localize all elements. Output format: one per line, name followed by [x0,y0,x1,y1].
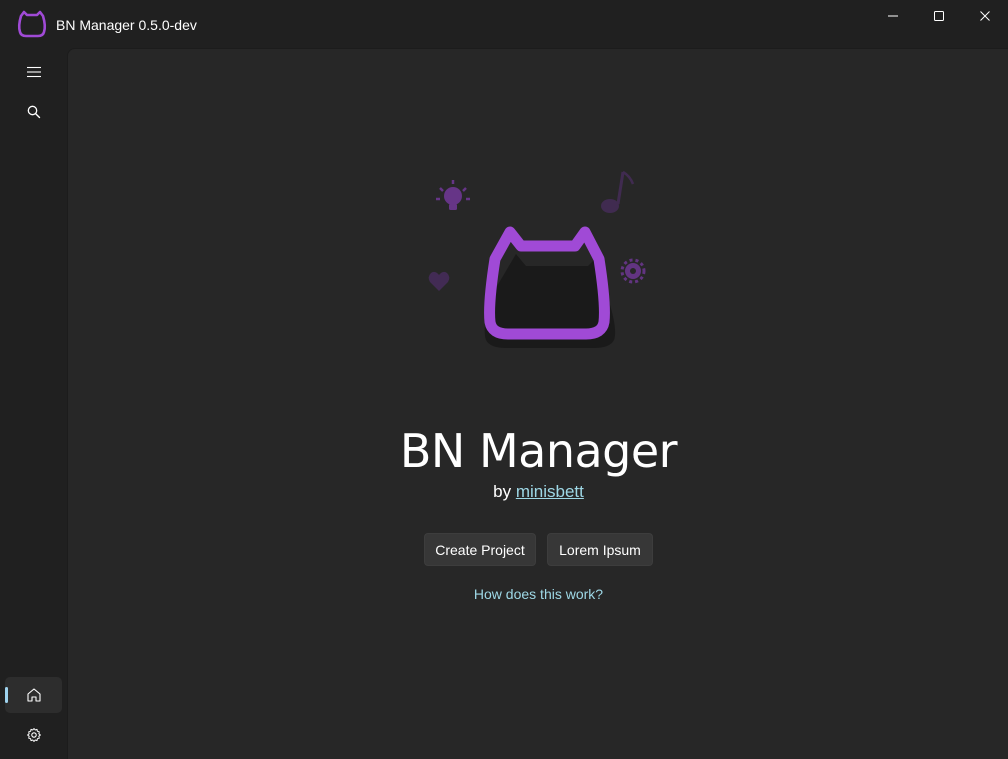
main-content: BN Manager by minisbett Create Project L… [67,48,1008,759]
sidebar-item-settings[interactable] [5,717,62,753]
heart-icon [428,271,450,291]
gear-icon [26,728,41,742]
hamburger-menu-icon [26,66,41,78]
navigation-sidebar [0,48,67,759]
sidebar-menu-button[interactable] [5,54,62,90]
window-title: BN Manager 0.5.0-dev [56,17,197,33]
lorem-ipsum-button[interactable]: Lorem Ipsum [547,533,653,566]
home-icon [26,688,41,702]
close-button[interactable] [962,0,1008,32]
maximize-icon [934,11,944,21]
close-icon [980,11,990,21]
author-link[interactable]: minisbett [516,482,584,501]
author-byline: by minisbett [68,481,1008,503]
music-note-icon [601,170,635,213]
byline-prefix: by [493,482,512,501]
gear-decoration-icon [620,258,646,284]
app-logo-icon [17,10,47,38]
minimize-icon [888,15,898,17]
create-project-button[interactable]: Create Project [424,533,536,566]
title-bar: BN Manager 0.5.0-dev [0,0,1008,48]
how-it-works-link[interactable]: How does this work? [68,585,1008,603]
sidebar-search-button[interactable] [5,94,62,130]
lightbulb-icon [436,180,470,210]
hero-illustration [428,170,646,348]
sidebar-item-home[interactable] [5,677,62,713]
search-icon [27,105,40,119]
minimize-button[interactable] [870,0,916,32]
selection-indicator [5,687,8,703]
maximize-button[interactable] [916,0,962,32]
page-title: BN Manager [399,424,678,478]
